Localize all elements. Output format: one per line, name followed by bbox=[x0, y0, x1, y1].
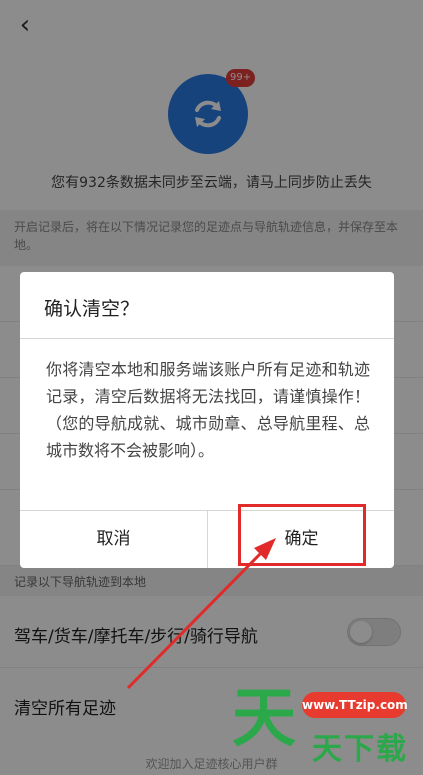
watermark-text: 天下载 bbox=[312, 732, 408, 767]
confirm-highlight-box bbox=[238, 504, 366, 566]
watermark-site: www.TTzip.com bbox=[302, 692, 408, 718]
watermark-logo-char: 天 bbox=[232, 682, 296, 756]
cancel-button[interactable]: 取消 bbox=[20, 511, 207, 568]
divider bbox=[20, 338, 394, 339]
dialog-title: 确认清空？ bbox=[44, 298, 140, 320]
dialog-message: 你将清空本地和服务端该账户所有足迹和轨迹记录，清空后数据将无法找回，请谨慎操作！… bbox=[46, 360, 370, 460]
